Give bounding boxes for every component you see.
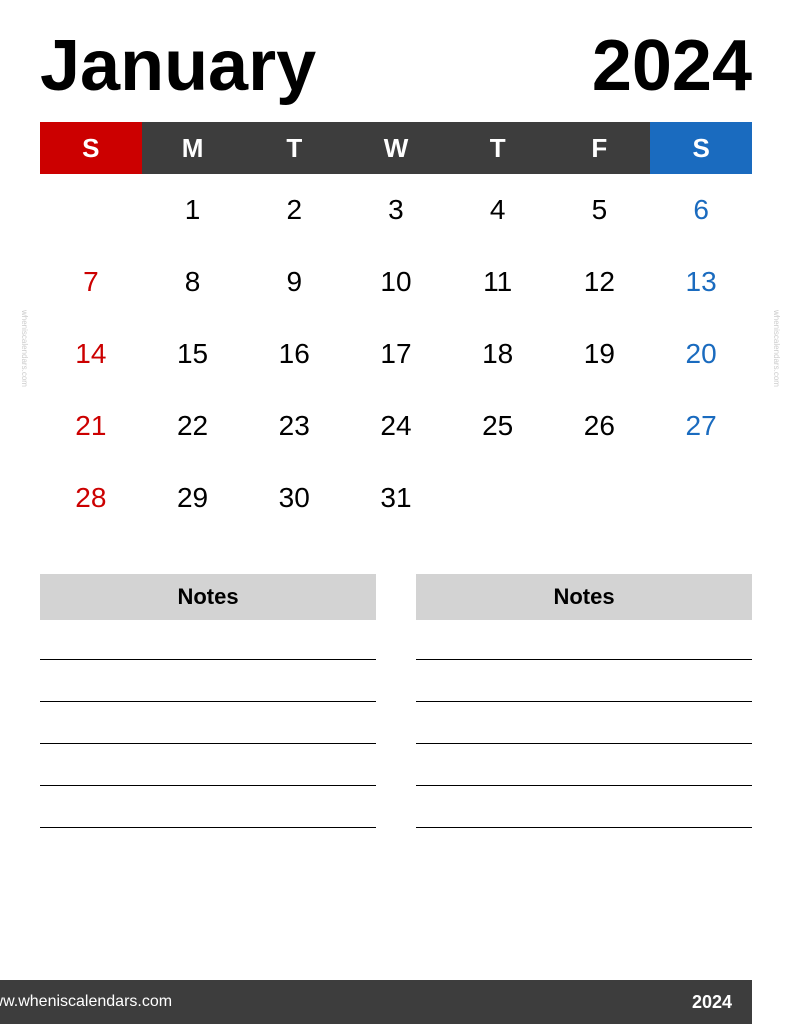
week-row-1: 1 2 3 4 5 6 [40, 174, 752, 246]
day-cell: 11 [447, 246, 549, 318]
day-cell: 30 [243, 462, 345, 534]
footer-year: 2024 [692, 992, 732, 1013]
day-cell: 14 [40, 318, 142, 390]
day-cell: 23 [243, 390, 345, 462]
wednesday-header: W [345, 122, 447, 174]
day-cell: 13 [650, 246, 752, 318]
watermark-left: wheniscalendars.com [10, 310, 30, 387]
day-cell [40, 174, 142, 246]
day-cell: 22 [142, 390, 244, 462]
days-header-row: S M T W T F S [40, 122, 752, 174]
day-cell: 18 [447, 318, 549, 390]
day-cell: 21 [40, 390, 142, 462]
week-row-5: 28 29 30 31 [40, 462, 752, 534]
day-cell: 10 [345, 246, 447, 318]
day-cell: 28 [40, 462, 142, 534]
footer-url: www.wheniscalendars.com [0, 993, 172, 1011]
day-cell: 2 [243, 174, 345, 246]
day-cell: 15 [142, 318, 244, 390]
day-cell: 24 [345, 390, 447, 462]
day-cell: 5 [549, 174, 651, 246]
week-row-3: 14 15 16 17 18 19 20 [40, 318, 752, 390]
tuesday-header: T [243, 122, 345, 174]
day-cell: 26 [549, 390, 651, 462]
week-row-2: 7 8 9 10 11 12 13 [40, 246, 752, 318]
week-row-4: 21 22 23 24 25 26 27 [40, 390, 752, 462]
notes-column-right: Notes [416, 574, 752, 1024]
monday-header: M [142, 122, 244, 174]
calendar-page: January 2024 S M T W T F S 1 2 3 4 5 6 [0, 0, 792, 1024]
notes-line[interactable] [40, 720, 376, 744]
day-cell [447, 462, 549, 534]
day-cell: 17 [345, 318, 447, 390]
day-cell: 3 [345, 174, 447, 246]
header: January 2024 [40, 30, 752, 102]
day-cell: 27 [650, 390, 752, 462]
day-cell: 6 [650, 174, 752, 246]
notes-section: Notes Notes [40, 574, 752, 1024]
notes-line[interactable] [40, 762, 376, 786]
day-cell: 31 [345, 462, 447, 534]
day-cell: 19 [549, 318, 651, 390]
notes-line[interactable] [416, 720, 752, 744]
saturday-header: S [650, 122, 752, 174]
notes-line[interactable] [416, 804, 752, 828]
notes-line[interactable] [416, 636, 752, 660]
notes-line[interactable] [40, 636, 376, 660]
calendar-body: 1 2 3 4 5 6 7 8 9 10 11 12 13 14 15 16 1… [40, 174, 752, 534]
day-cell: 20 [650, 318, 752, 390]
day-cell: 25 [447, 390, 549, 462]
sunday-header: S [40, 122, 142, 174]
notes-header-left: Notes [40, 574, 376, 620]
day-cell: 16 [243, 318, 345, 390]
day-cell: 8 [142, 246, 244, 318]
day-cell: 29 [142, 462, 244, 534]
friday-header: F [549, 122, 651, 174]
watermark-right: wheniscalendars.com [762, 310, 782, 387]
calendar-header: S M T W T F S [40, 122, 752, 174]
year-title: 2024 [592, 30, 752, 102]
thursday-header: T [447, 122, 549, 174]
day-cell: 12 [549, 246, 651, 318]
notes-lines-right [416, 636, 752, 828]
day-cell [549, 462, 651, 534]
notes-column-left: Notes [40, 574, 376, 1024]
notes-line[interactable] [416, 678, 752, 702]
notes-header-right: Notes [416, 574, 752, 620]
calendar-table: S M T W T F S 1 2 3 4 5 6 7 8 9 [40, 122, 752, 534]
day-cell [650, 462, 752, 534]
footer: www.wheniscalendars.com 2024 [0, 980, 752, 1024]
month-title: January [40, 30, 316, 102]
notes-line[interactable] [40, 678, 376, 702]
day-cell: 7 [40, 246, 142, 318]
notes-line[interactable] [416, 762, 752, 786]
notes-line[interactable] [40, 804, 376, 828]
day-cell: 1 [142, 174, 244, 246]
notes-lines-left [40, 636, 376, 828]
day-cell: 9 [243, 246, 345, 318]
day-cell: 4 [447, 174, 549, 246]
